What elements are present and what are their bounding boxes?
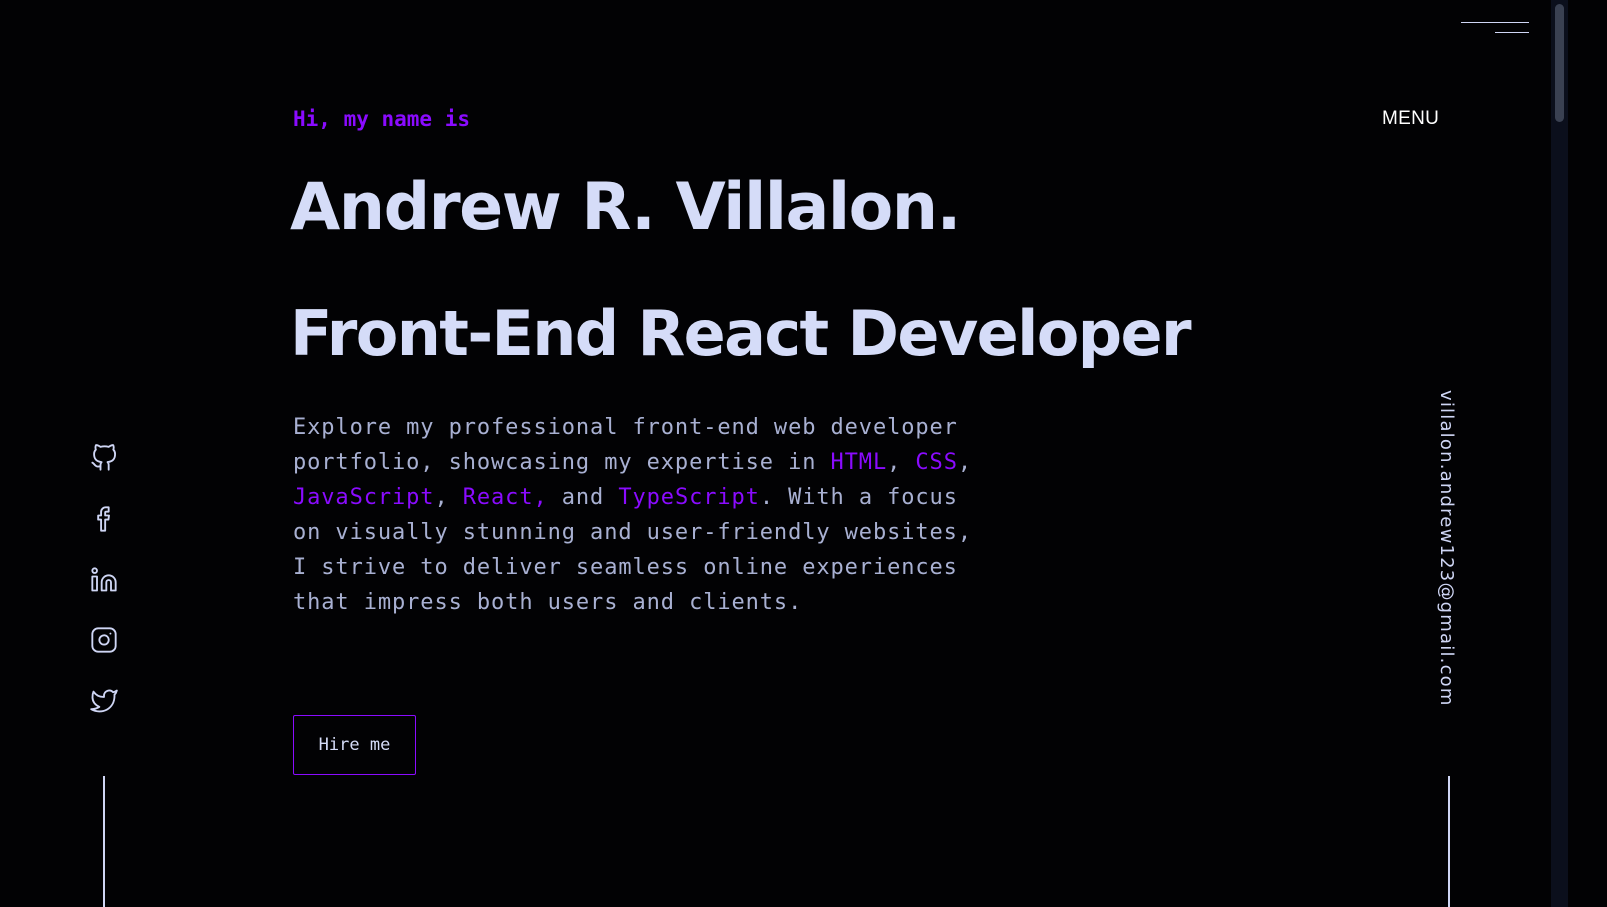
hamburger-line-bottom: [1495, 32, 1529, 33]
menu-label[interactable]: MENU: [1382, 108, 1439, 130]
scrollbar-track[interactable]: [1551, 0, 1568, 907]
skill-typescript: TypeScript: [618, 485, 760, 510]
scrollbar-thumb[interactable]: [1555, 4, 1564, 122]
facebook-icon: [97, 506, 110, 532]
skill-html: HTML: [830, 450, 888, 475]
page: MENU Hi, my name is Andrew R. Villalon. …: [0, 0, 1607, 907]
email-link[interactable]: villalon.andrew123@gmail.com: [1436, 390, 1457, 707]
hero-title: Front-End React Developer: [290, 297, 1192, 370]
instagram-icon: [91, 627, 117, 653]
skill-react: React,: [462, 485, 548, 510]
linkedin-icon: [91, 567, 117, 592]
intro-sep-4: and: [547, 485, 619, 510]
right-vertical-divider: [1448, 776, 1450, 907]
hamburger-line-top: [1461, 22, 1529, 23]
facebook-link[interactable]: [86, 501, 122, 537]
github-icon: [91, 444, 117, 471]
hero-name: Andrew R. Villalon.: [290, 170, 961, 245]
intro-sep-2: ,: [957, 450, 972, 475]
greeting-text: Hi, my name is: [293, 107, 471, 131]
intro-sep-3: ,: [434, 485, 463, 510]
twitter-link[interactable]: [86, 683, 122, 719]
linkedin-link[interactable]: [86, 562, 122, 598]
instagram-link[interactable]: [86, 622, 122, 658]
skill-css: CSS: [915, 450, 958, 475]
intro-paragraph: Explore my professional front-end web de…: [293, 410, 983, 620]
github-link[interactable]: [86, 440, 122, 476]
intro-sep-1: ,: [887, 450, 916, 475]
left-vertical-divider: [103, 776, 105, 907]
skill-javascript: JavaScript: [293, 485, 435, 510]
twitter-icon: [90, 689, 118, 713]
hamburger-menu-icon[interactable]: [1461, 19, 1531, 37]
hire-me-button[interactable]: Hire me: [293, 715, 416, 775]
